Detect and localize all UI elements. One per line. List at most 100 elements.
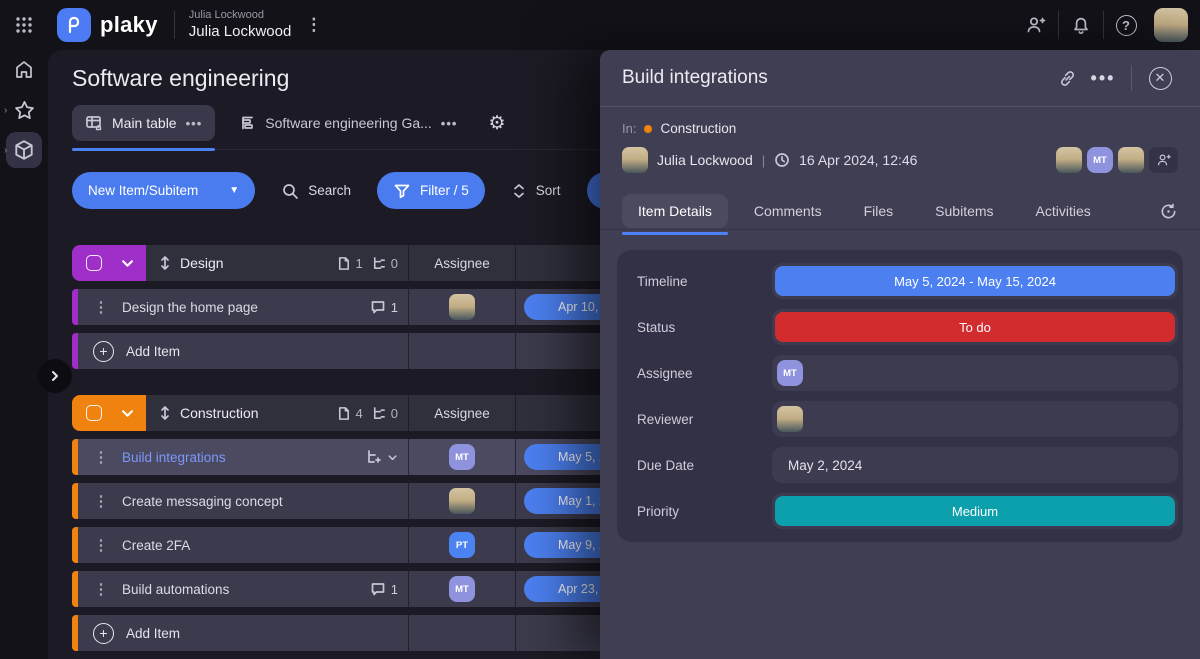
row-menu-icon[interactable]: ⋮	[88, 580, 114, 598]
member-avatar[interactable]	[1056, 147, 1082, 173]
item-title[interactable]: Design the home page	[122, 300, 258, 315]
add-member-button[interactable]	[1149, 147, 1178, 173]
due-date-field[interactable]: May 2, 2024	[772, 447, 1178, 483]
status-value-pill[interactable]: To do	[775, 312, 1175, 342]
sidebar-item-boards[interactable]: ›	[0, 130, 48, 170]
item-title[interactable]: Create messaging concept	[122, 494, 283, 509]
notifications-icon[interactable]	[1059, 0, 1103, 50]
in-label: In:	[622, 121, 636, 136]
item-title[interactable]: Build automations	[122, 582, 229, 597]
add-item-label: Add Item	[126, 344, 180, 359]
group-color-dot	[644, 125, 652, 133]
close-panel-icon[interactable]: ✕	[1142, 60, 1178, 96]
column-header-assignee[interactable]: Assignee	[434, 256, 490, 271]
author-avatar[interactable]	[622, 147, 648, 173]
tab-subitems[interactable]: Subitems	[919, 194, 1009, 228]
field-row-due-date: Due Date May 2, 2024	[617, 447, 1178, 483]
timeline-field[interactable]: May 5, 2024 - May 15, 2024	[772, 263, 1178, 299]
column-header-assignee[interactable]: Assignee	[434, 406, 490, 421]
sync-icon[interactable]	[1159, 202, 1178, 221]
sidebar: › ›	[0, 50, 48, 659]
assignee-field[interactable]: MT	[772, 355, 1178, 391]
tab-item-details[interactable]: Item Details	[622, 194, 728, 228]
workspace-switcher[interactable]: Julia Lockwood Julia Lockwood	[189, 9, 292, 42]
user-avatar[interactable]	[1154, 8, 1188, 42]
tab-gantt[interactable]: Software engineering Ga... •••	[225, 105, 470, 141]
tab-files[interactable]: Files	[848, 194, 910, 228]
tab-comments[interactable]: Comments	[738, 194, 838, 228]
copy-link-icon[interactable]	[1049, 60, 1085, 96]
logo-text: plaky	[100, 12, 158, 38]
priority-value-pill[interactable]: Medium	[775, 496, 1175, 526]
boards-active-highlight	[6, 132, 42, 168]
reviewer-avatar[interactable]	[777, 406, 803, 432]
row-menu-icon[interactable]: ⋮	[88, 298, 114, 316]
group-checkbox[interactable]	[86, 255, 102, 271]
search-button[interactable]: Search	[281, 182, 351, 200]
subitems-count-icon	[371, 256, 386, 271]
assignee-badge[interactable]: MT	[449, 576, 475, 602]
panel-menu-icon[interactable]: •••	[1085, 60, 1121, 96]
workspace-menu-icon[interactable]: ⋮	[291, 15, 337, 35]
group-name[interactable]: Design	[180, 255, 224, 271]
items-count-icon	[336, 256, 351, 271]
assignee-avatar[interactable]	[449, 488, 475, 514]
group-select-construction[interactable]	[72, 395, 146, 431]
assignee-badge[interactable]: MT	[777, 360, 803, 386]
invite-user-icon[interactable]	[1014, 0, 1058, 50]
comments-indicator[interactable]: 1	[370, 299, 398, 315]
help-icon[interactable]: ?	[1104, 0, 1148, 50]
field-label: Assignee	[617, 366, 772, 381]
add-subitem-control[interactable]	[365, 449, 398, 466]
assignee-badge[interactable]: PT	[449, 532, 475, 558]
priority-field[interactable]: Medium	[772, 493, 1178, 529]
row-menu-icon[interactable]: ⋮	[88, 536, 114, 554]
group-select-design[interactable]	[72, 245, 146, 281]
row-menu-icon[interactable]: ⋮	[88, 492, 114, 510]
comments-indicator[interactable]: 1	[370, 581, 398, 597]
field-row-timeline: Timeline May 5, 2024 - May 15, 2024	[617, 263, 1178, 299]
board-settings-icon[interactable]: ⚙	[488, 112, 505, 135]
field-row-status: Status To do	[617, 309, 1178, 345]
filter-button[interactable]: Filter / 5	[377, 172, 485, 209]
app-header: plaky Julia Lockwood Julia Lockwood ⋮ ?	[0, 0, 1200, 50]
plaky-logo-icon[interactable]	[57, 8, 91, 42]
field-row-reviewer: Reviewer	[617, 401, 1178, 437]
panel-header-divider	[1131, 65, 1132, 91]
group-name[interactable]: Construction	[180, 405, 259, 421]
chevron-down-icon: ▼	[229, 185, 239, 196]
chevron-down-icon[interactable]	[121, 257, 134, 270]
assignee-badge[interactable]: MT	[449, 444, 475, 470]
tab-menu-icon[interactable]: •••	[441, 116, 458, 131]
subitems-count: 0	[371, 406, 398, 421]
tab-activities[interactable]: Activities	[1020, 194, 1107, 228]
member-avatar[interactable]	[1118, 147, 1144, 173]
drag-icon[interactable]	[158, 405, 172, 421]
reviewer-field[interactable]	[772, 401, 1178, 437]
sidebar-expand-button[interactable]	[38, 359, 72, 393]
board-tabs: Main table ••• Software engineering Ga..…	[72, 105, 612, 150]
item-title[interactable]: Build integrations	[122, 450, 226, 465]
items-count-icon	[336, 406, 351, 421]
member-badge[interactable]: MT	[1087, 147, 1113, 173]
status-field[interactable]: To do	[772, 309, 1178, 345]
drag-icon[interactable]	[158, 255, 172, 271]
chevron-right-icon: ›	[4, 105, 7, 116]
sidebar-item-home[interactable]	[0, 50, 48, 90]
sort-button[interactable]: Sort	[511, 182, 561, 200]
workspace-name: Julia Lockwood	[189, 23, 292, 42]
tab-menu-icon[interactable]: •••	[186, 116, 203, 131]
row-menu-icon[interactable]: ⋮	[88, 448, 114, 466]
new-item-button[interactable]: New Item/Subitem ▼	[72, 172, 255, 209]
item-title[interactable]: Create 2FA	[122, 538, 190, 553]
tab-main-table[interactable]: Main table •••	[72, 105, 215, 141]
group-checkbox[interactable]	[86, 405, 102, 421]
chevron-down-icon[interactable]	[121, 407, 134, 420]
apps-grid-icon[interactable]	[0, 0, 48, 50]
field-label: Due Date	[617, 458, 772, 473]
panel-group-name[interactable]: Construction	[660, 121, 736, 136]
sidebar-item-favorites[interactable]: ›	[0, 90, 48, 130]
panel-header: Build integrations ••• ✕	[600, 50, 1200, 107]
assignee-avatar[interactable]	[449, 294, 475, 320]
timeline-value-pill[interactable]: May 5, 2024 - May 15, 2024	[775, 266, 1175, 296]
